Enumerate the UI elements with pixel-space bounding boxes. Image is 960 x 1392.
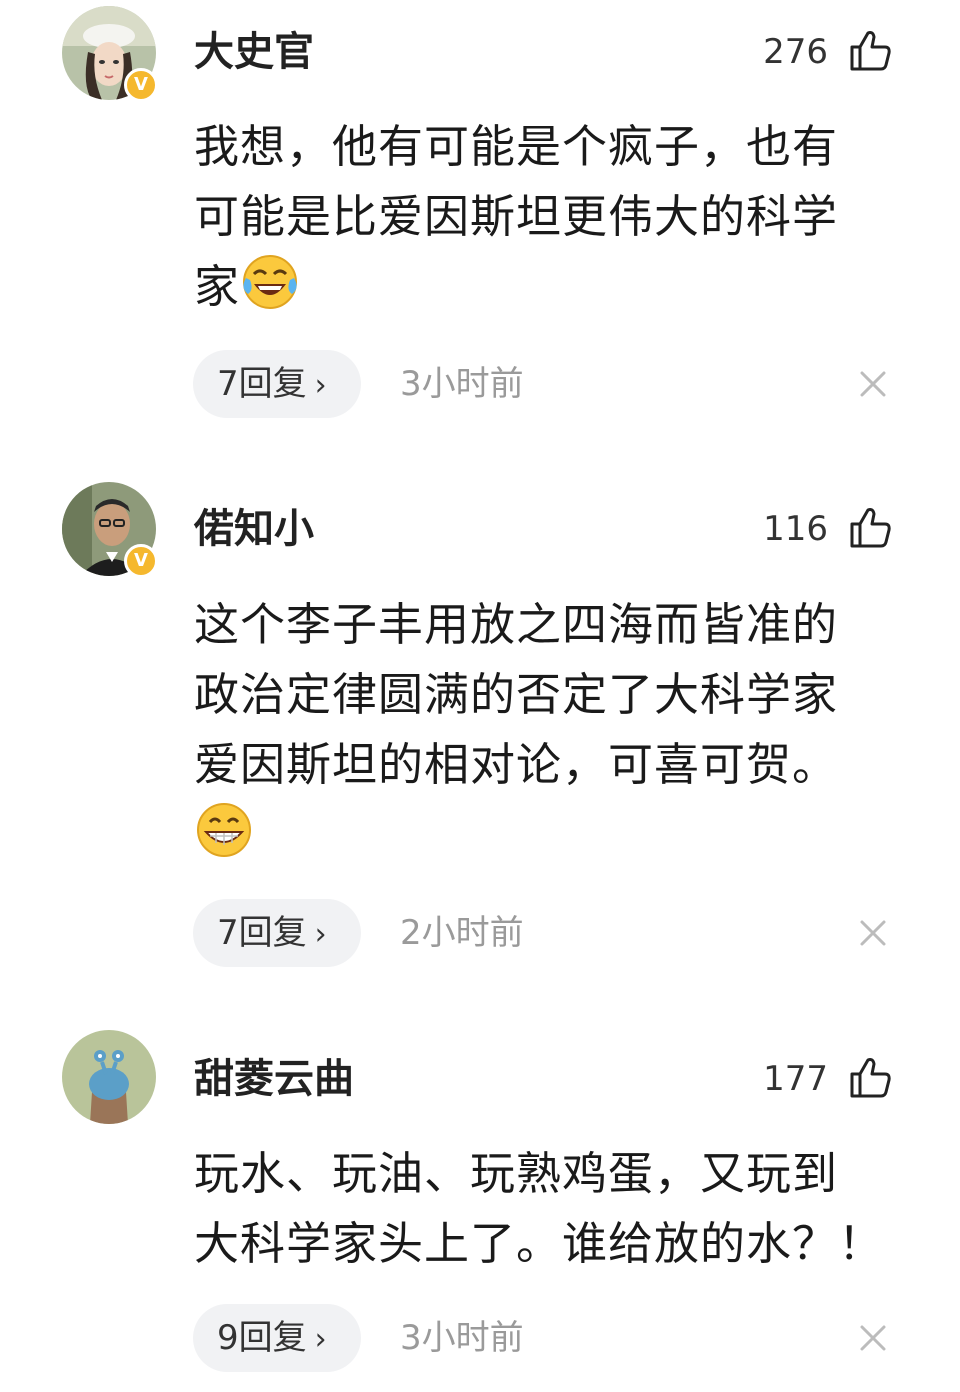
comment-text: 这个李子丰用放之四海而皆准的 政治定律圆满的否定了大科学家 爱因斯坦的相对论，可… (194, 590, 894, 870)
replies-label: 7回复 (217, 364, 307, 404)
close-icon[interactable] (858, 918, 888, 948)
timestamp: 3小时前 (400, 1318, 524, 1358)
avatar-image (62, 1030, 156, 1124)
verified-badge: V (124, 68, 158, 102)
comment-text: 我想，他有可能是个疯子，也有 可能是比爱因斯坦更伟大的科学 家 (194, 112, 894, 322)
laughing-tears-emoji (243, 255, 298, 309)
thumbs-up-icon[interactable] (848, 27, 894, 73)
chevron-right-icon: › (314, 368, 327, 403)
timestamp: 3小时前 (400, 364, 524, 404)
thumbs-up-icon[interactable] (848, 1054, 894, 1100)
comment-line: 我想，他有可能是个疯子，也有 (194, 120, 839, 173)
chevron-right-icon: › (314, 1322, 327, 1357)
thumbs-up-icon[interactable] (848, 504, 894, 550)
replies-button[interactable]: 7回复 › (193, 350, 361, 418)
close-icon[interactable] (858, 1323, 888, 1353)
replies-label: 9回复 (217, 1318, 307, 1358)
comment-line: 可能是比爱因斯坦更伟大的科学 (194, 190, 839, 243)
comment-line: 家 (194, 252, 894, 322)
verified-badge: V (124, 544, 158, 578)
grinning-emoji (197, 803, 251, 857)
avatar[interactable] (62, 1030, 156, 1124)
replies-button[interactable]: 7回复 › (193, 899, 361, 967)
like-count: 276 (763, 32, 828, 72)
chevron-right-icon: › (314, 917, 327, 952)
comment-line: 政治定律圆满的否定了大科学家 (194, 668, 839, 721)
avatar[interactable]: V (62, 482, 158, 578)
comment-text: 玩水、玩油、玩熟鸡蛋，又玩到 大科学家头上了。谁给放的水？！ (194, 1139, 894, 1279)
avatar[interactable]: V (62, 6, 158, 102)
like-count: 116 (763, 509, 828, 549)
username[interactable]: 大史官 (194, 28, 314, 76)
like-count: 177 (763, 1059, 828, 1099)
comment-line: 玩水、玩油、玩熟鸡蛋，又玩到 (194, 1147, 839, 1200)
close-icon[interactable] (858, 369, 888, 399)
username[interactable]: 甜菱云曲 (194, 1055, 354, 1103)
timestamp: 2小时前 (400, 913, 524, 953)
replies-button[interactable]: 9回复 › (193, 1304, 361, 1372)
comment-line: 爱因斯坦的相对论，可喜可贺。 (194, 738, 839, 791)
comment-line: 大科学家头上了。谁给放的水？！ (194, 1217, 885, 1270)
username[interactable]: 偌知小 (194, 505, 314, 553)
comment-line: 这个李子丰用放之四海而皆准的 (194, 598, 839, 651)
comment-line (194, 800, 894, 870)
replies-label: 7回复 (217, 913, 307, 953)
